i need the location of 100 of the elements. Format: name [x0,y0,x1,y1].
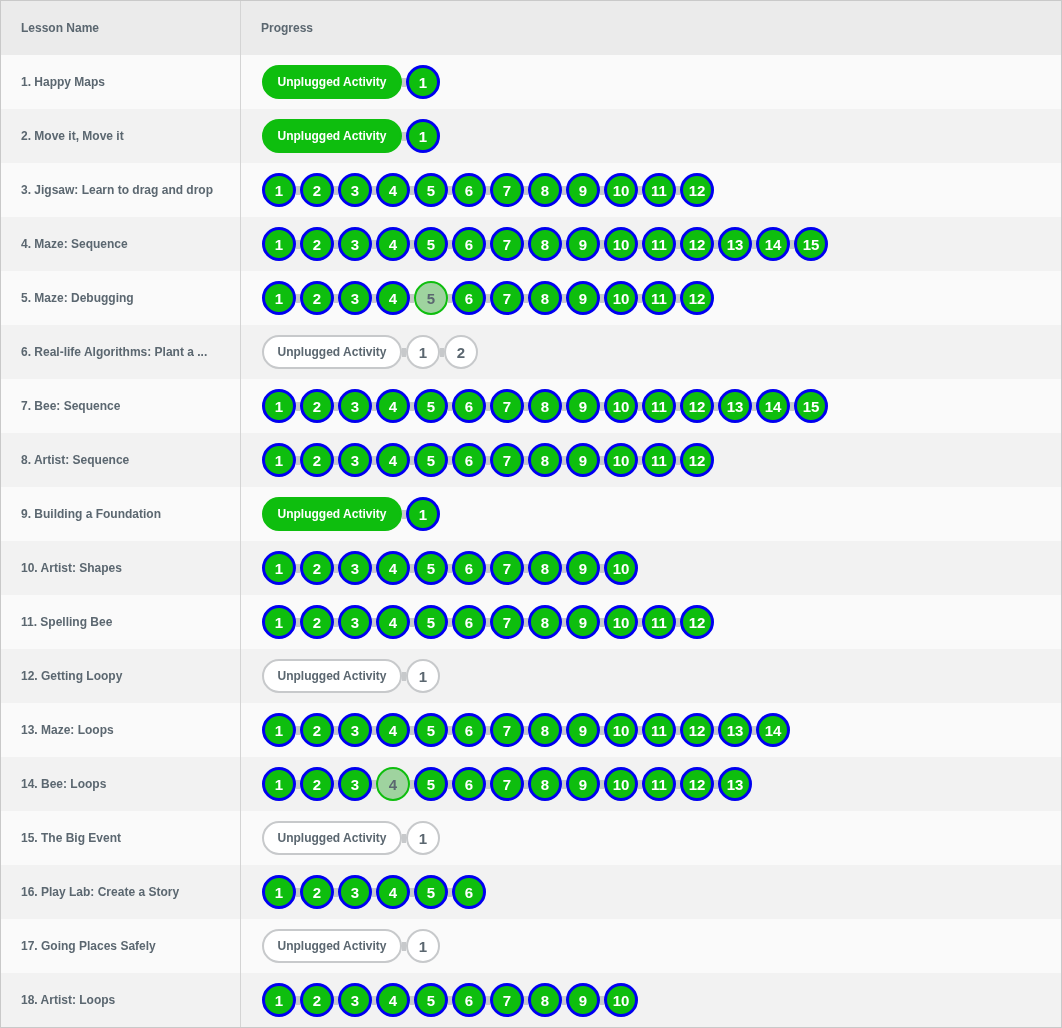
level-bubble[interactable]: 2 [300,983,334,1017]
level-bubble[interactable]: 1 [406,119,440,153]
level-bubble[interactable]: 1 [262,227,296,261]
level-bubble[interactable]: 4 [376,551,410,585]
level-bubble[interactable]: 13 [718,389,752,423]
level-bubble[interactable]: 11 [642,281,676,315]
level-bubble[interactable]: 5 [414,443,448,477]
level-bubble[interactable]: 9 [566,713,600,747]
level-bubble[interactable]: 2 [300,875,334,909]
level-bubble[interactable]: 9 [566,227,600,261]
level-bubble[interactable]: 4 [376,875,410,909]
level-bubble[interactable]: 5 [414,173,448,207]
level-bubble[interactable]: 4 [376,713,410,747]
level-bubble[interactable]: 8 [528,983,562,1017]
level-bubble[interactable]: 10 [604,443,638,477]
level-bubble[interactable]: 6 [452,713,486,747]
level-bubble[interactable]: 5 [414,875,448,909]
level-bubble[interactable]: 4 [376,605,410,639]
level-bubble[interactable]: 4 [376,173,410,207]
level-bubble[interactable]: 12 [680,227,714,261]
level-bubble[interactable]: 4 [376,281,410,315]
level-bubble[interactable]: 9 [566,605,600,639]
level-bubble[interactable]: 7 [490,281,524,315]
level-bubble[interactable]: 11 [642,173,676,207]
level-bubble[interactable]: 8 [528,605,562,639]
level-bubble[interactable]: 11 [642,389,676,423]
level-bubble[interactable]: 10 [604,605,638,639]
level-bubble[interactable]: 2 [300,551,334,585]
level-bubble[interactable]: 2 [300,605,334,639]
level-bubble[interactable]: 13 [718,713,752,747]
unplugged-activity-badge[interactable]: Unplugged Activity [262,659,402,693]
level-bubble[interactable]: 11 [642,605,676,639]
level-bubble[interactable]: 1 [262,281,296,315]
level-bubble[interactable]: 10 [604,389,638,423]
level-bubble[interactable]: 1 [262,767,296,801]
level-bubble[interactable]: 3 [338,983,372,1017]
level-bubble[interactable]: 8 [528,713,562,747]
level-bubble[interactable]: 3 [338,227,372,261]
level-bubble[interactable]: 3 [338,443,372,477]
level-bubble[interactable]: 1 [262,875,296,909]
level-bubble[interactable]: 12 [680,281,714,315]
level-bubble[interactable]: 8 [528,227,562,261]
level-bubble[interactable]: 1 [262,389,296,423]
level-bubble[interactable]: 13 [718,227,752,261]
level-bubble[interactable]: 10 [604,983,638,1017]
level-bubble[interactable]: 4 [376,983,410,1017]
level-bubble[interactable]: 7 [490,983,524,1017]
level-bubble[interactable]: 7 [490,767,524,801]
unplugged-activity-badge[interactable]: Unplugged Activity [262,119,402,153]
level-bubble[interactable]: 8 [528,767,562,801]
unplugged-activity-badge[interactable]: Unplugged Activity [262,335,402,369]
level-bubble[interactable]: 7 [490,713,524,747]
level-bubble[interactable]: 12 [680,767,714,801]
level-bubble[interactable]: 6 [452,767,486,801]
level-bubble[interactable]: 2 [300,173,334,207]
level-bubble[interactable]: 1 [262,173,296,207]
level-bubble[interactable]: 10 [604,227,638,261]
level-bubble[interactable]: 2 [300,767,334,801]
level-bubble[interactable]: 11 [642,767,676,801]
level-bubble[interactable]: 3 [338,767,372,801]
level-bubble[interactable]: 9 [566,551,600,585]
unplugged-activity-badge[interactable]: Unplugged Activity [262,65,402,99]
level-bubble[interactable]: 6 [452,605,486,639]
level-bubble[interactable]: 15 [794,227,828,261]
level-bubble[interactable]: 5 [414,983,448,1017]
level-bubble[interactable]: 1 [406,821,440,855]
level-bubble[interactable]: 10 [604,551,638,585]
level-bubble[interactable]: 1 [406,659,440,693]
level-bubble[interactable]: 5 [414,389,448,423]
level-bubble[interactable]: 10 [604,173,638,207]
level-bubble[interactable]: 7 [490,227,524,261]
level-bubble[interactable]: 7 [490,173,524,207]
level-bubble[interactable]: 4 [376,767,410,801]
level-bubble[interactable]: 7 [490,443,524,477]
level-bubble[interactable]: 12 [680,389,714,423]
level-bubble[interactable]: 3 [338,551,372,585]
level-bubble[interactable]: 12 [680,173,714,207]
level-bubble[interactable]: 9 [566,767,600,801]
level-bubble[interactable]: 6 [452,389,486,423]
level-bubble[interactable]: 1 [406,929,440,963]
level-bubble[interactable]: 1 [262,713,296,747]
level-bubble[interactable]: 5 [414,281,448,315]
level-bubble[interactable]: 4 [376,227,410,261]
level-bubble[interactable]: 9 [566,389,600,423]
level-bubble[interactable]: 9 [566,983,600,1017]
level-bubble[interactable]: 6 [452,227,486,261]
level-bubble[interactable]: 10 [604,713,638,747]
level-bubble[interactable]: 7 [490,605,524,639]
level-bubble[interactable]: 9 [566,443,600,477]
level-bubble[interactable]: 5 [414,713,448,747]
level-bubble[interactable]: 6 [452,983,486,1017]
level-bubble[interactable]: 3 [338,281,372,315]
level-bubble[interactable]: 4 [376,389,410,423]
level-bubble[interactable]: 12 [680,713,714,747]
level-bubble[interactable]: 6 [452,875,486,909]
level-bubble[interactable]: 5 [414,551,448,585]
level-bubble[interactable]: 2 [300,389,334,423]
level-bubble[interactable]: 3 [338,875,372,909]
level-bubble[interactable]: 6 [452,173,486,207]
unplugged-activity-badge[interactable]: Unplugged Activity [262,821,402,855]
